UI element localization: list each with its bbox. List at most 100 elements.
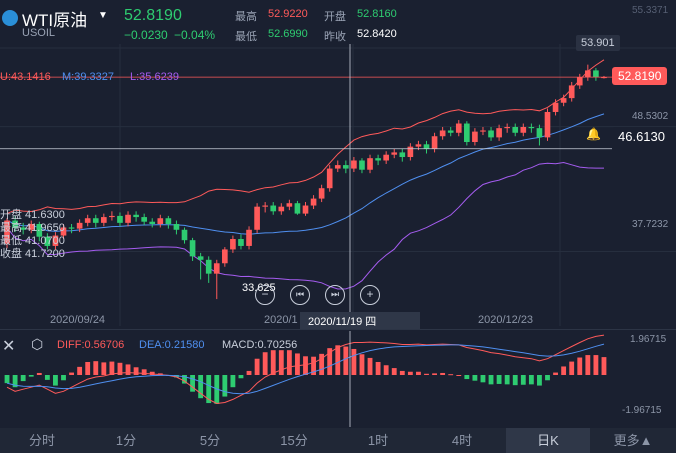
last-price: 52.8190: [124, 7, 182, 24]
macd-bar: [133, 367, 139, 375]
macd-bar: [93, 361, 99, 375]
macd-bar: [464, 375, 470, 380]
candle-body: [520, 126, 527, 133]
candle-body: [141, 217, 147, 222]
zoom-out-button[interactable]: −: [255, 285, 275, 305]
x-tick-1: 2020/09/24: [50, 314, 106, 326]
tab-1hour[interactable]: 1时: [336, 428, 420, 453]
macd-bar: [375, 361, 381, 375]
tab-5min[interactable]: 5分: [168, 428, 252, 453]
macd-bar: [125, 364, 131, 375]
candle-body: [230, 239, 236, 250]
macd-bar: [53, 375, 58, 386]
candle-body: [568, 85, 575, 99]
tab-1min[interactable]: 1分: [84, 428, 168, 453]
candle-body: [318, 188, 325, 199]
tab-15min[interactable]: 15分: [252, 428, 336, 453]
macd-bar: [577, 357, 583, 375]
candle-body: [576, 77, 583, 86]
macd-bar: [537, 375, 542, 386]
x-tick-3: 2020/12/23: [478, 314, 534, 326]
candle-body: [157, 218, 164, 225]
pane-divider: [0, 329, 676, 330]
bell-icon[interactable]: 🔔: [586, 127, 601, 141]
candle-body: [278, 206, 285, 212]
crosshair-date: 2020/11/19 四: [300, 312, 420, 330]
scroll-end-button[interactable]: ⏭: [325, 285, 345, 305]
chart-overlay: [0, 44, 612, 326]
macd-bar: [141, 369, 147, 375]
candle-body: [262, 205, 268, 207]
candle-body: [189, 240, 196, 257]
candle-body: [84, 218, 91, 223]
candle-body: [552, 102, 559, 112]
candle-body: [197, 256, 204, 260]
macd-bar: [504, 375, 510, 385]
macd-bar: [295, 353, 300, 375]
candle-body: [254, 206, 260, 230]
ohlc-open: 开盘 41.6300: [0, 209, 65, 221]
tab-timeshare[interactable]: 分时: [0, 428, 84, 453]
macd-bar: [101, 362, 107, 375]
bollinger-bands: [6, 59, 605, 290]
candles: [4, 64, 607, 300]
candle-body: [480, 130, 486, 132]
macd-bar: [456, 375, 462, 376]
macd-bar: [303, 356, 308, 375]
high-label: 最高: [235, 11, 257, 23]
macd-bar: [4, 375, 10, 384]
candle-body: [149, 221, 156, 225]
candle-body: [165, 218, 172, 225]
candle-body: [334, 165, 341, 169]
macd-bar: [440, 372, 446, 375]
candle-body: [560, 98, 567, 103]
macd-bar: [561, 366, 567, 375]
candle-body: [326, 168, 333, 189]
candle-body: [439, 130, 446, 137]
candle-body: [109, 215, 115, 218]
tab-4hour[interactable]: 4时: [420, 428, 504, 453]
boll-l-line: [6, 161, 604, 290]
candle-body: [488, 130, 494, 138]
price-change: −0.0230: [124, 28, 168, 42]
macd-bar: [69, 372, 74, 375]
candle-body: [447, 130, 454, 133]
macd-bar: [391, 368, 397, 375]
boll-lower-label: L:35.6239: [130, 71, 179, 83]
candle-body: [472, 131, 478, 143]
macd-bar: [399, 370, 405, 375]
y-tick-mid2: 37.7232: [632, 219, 669, 230]
tab-daily-k[interactable]: 日K: [506, 428, 590, 453]
candlestick-chart[interactable]: [0, 44, 676, 326]
macd-bar: [553, 372, 558, 375]
macd-bar: [28, 375, 34, 377]
candle-body: [302, 205, 309, 214]
macd-bar: [480, 375, 486, 383]
macd-bar: [496, 375, 502, 384]
candle-body: [351, 160, 357, 169]
macd-bar: [528, 375, 534, 385]
candle-body: [213, 263, 220, 274]
macd-bar: [424, 373, 429, 375]
macd-bar: [351, 348, 357, 375]
chevron-down-icon[interactable]: ▼: [98, 10, 108, 21]
scroll-start-button[interactable]: ⏮: [290, 285, 310, 305]
high-value: 52.9220: [268, 8, 308, 20]
prev-close-label: 昨收: [324, 31, 346, 43]
zoom-in-button[interactable]: +: [360, 285, 380, 305]
price-change-pct: −0.04%: [174, 28, 216, 42]
candle-body: [367, 158, 373, 170]
candle-body: [359, 160, 365, 170]
macd-bar: [585, 355, 591, 375]
macd-bar: [270, 350, 276, 375]
open-label: 开盘: [324, 11, 346, 23]
macd-bar: [593, 355, 599, 375]
macd-bar: [61, 375, 66, 381]
candle-body: [101, 217, 107, 223]
candle-body: [76, 222, 83, 229]
candle-body: [92, 218, 99, 223]
macd-chart: [4, 331, 607, 427]
prev-close-value: 52.8420: [357, 28, 397, 40]
tab-more[interactable]: 更多▲: [590, 428, 676, 453]
macd-bar: [20, 375, 26, 382]
